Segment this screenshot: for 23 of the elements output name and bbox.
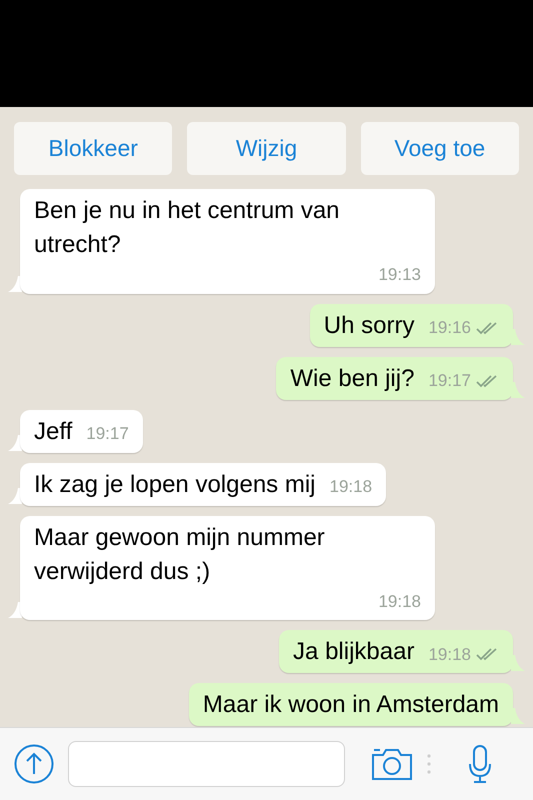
message-input-field[interactable] [68,741,345,787]
action-button[interactable]: Voeg toe [360,122,519,175]
microphone-icon[interactable] [467,744,493,784]
message-text: Maar ik woon in Amsterdam [202,690,499,720]
message-text: Maar gewoon mijn nummer verwijderd dus ;) [34,522,326,586]
message-text: Ben je nu in het centrum van utrecht? [34,196,341,260]
message-text: Uh sorry [324,310,414,340]
message-time: 19:17 [86,423,129,445]
message-time: 19:18 [428,644,471,666]
message-text: Wie ben jij? [290,364,414,394]
message-text: Ik zag je lopen volgens mij [34,470,316,500]
upload-icon[interactable] [14,744,54,784]
action-button[interactable]: Wijzig [187,122,346,175]
message-text: Ja blijkbaar [293,637,414,667]
divider-dots-icon [427,754,431,774]
message-time: 19:16 [428,317,471,339]
action-button[interactable]: Blokkeer [14,122,172,175]
camera-icon[interactable] [371,747,413,781]
message-time: 19:18 [378,590,421,612]
message-time: 19:17 [428,370,471,392]
message-text: Jeff [34,416,72,446]
message-time: 19:13 [378,264,421,286]
message-time: 19:18 [329,476,372,498]
